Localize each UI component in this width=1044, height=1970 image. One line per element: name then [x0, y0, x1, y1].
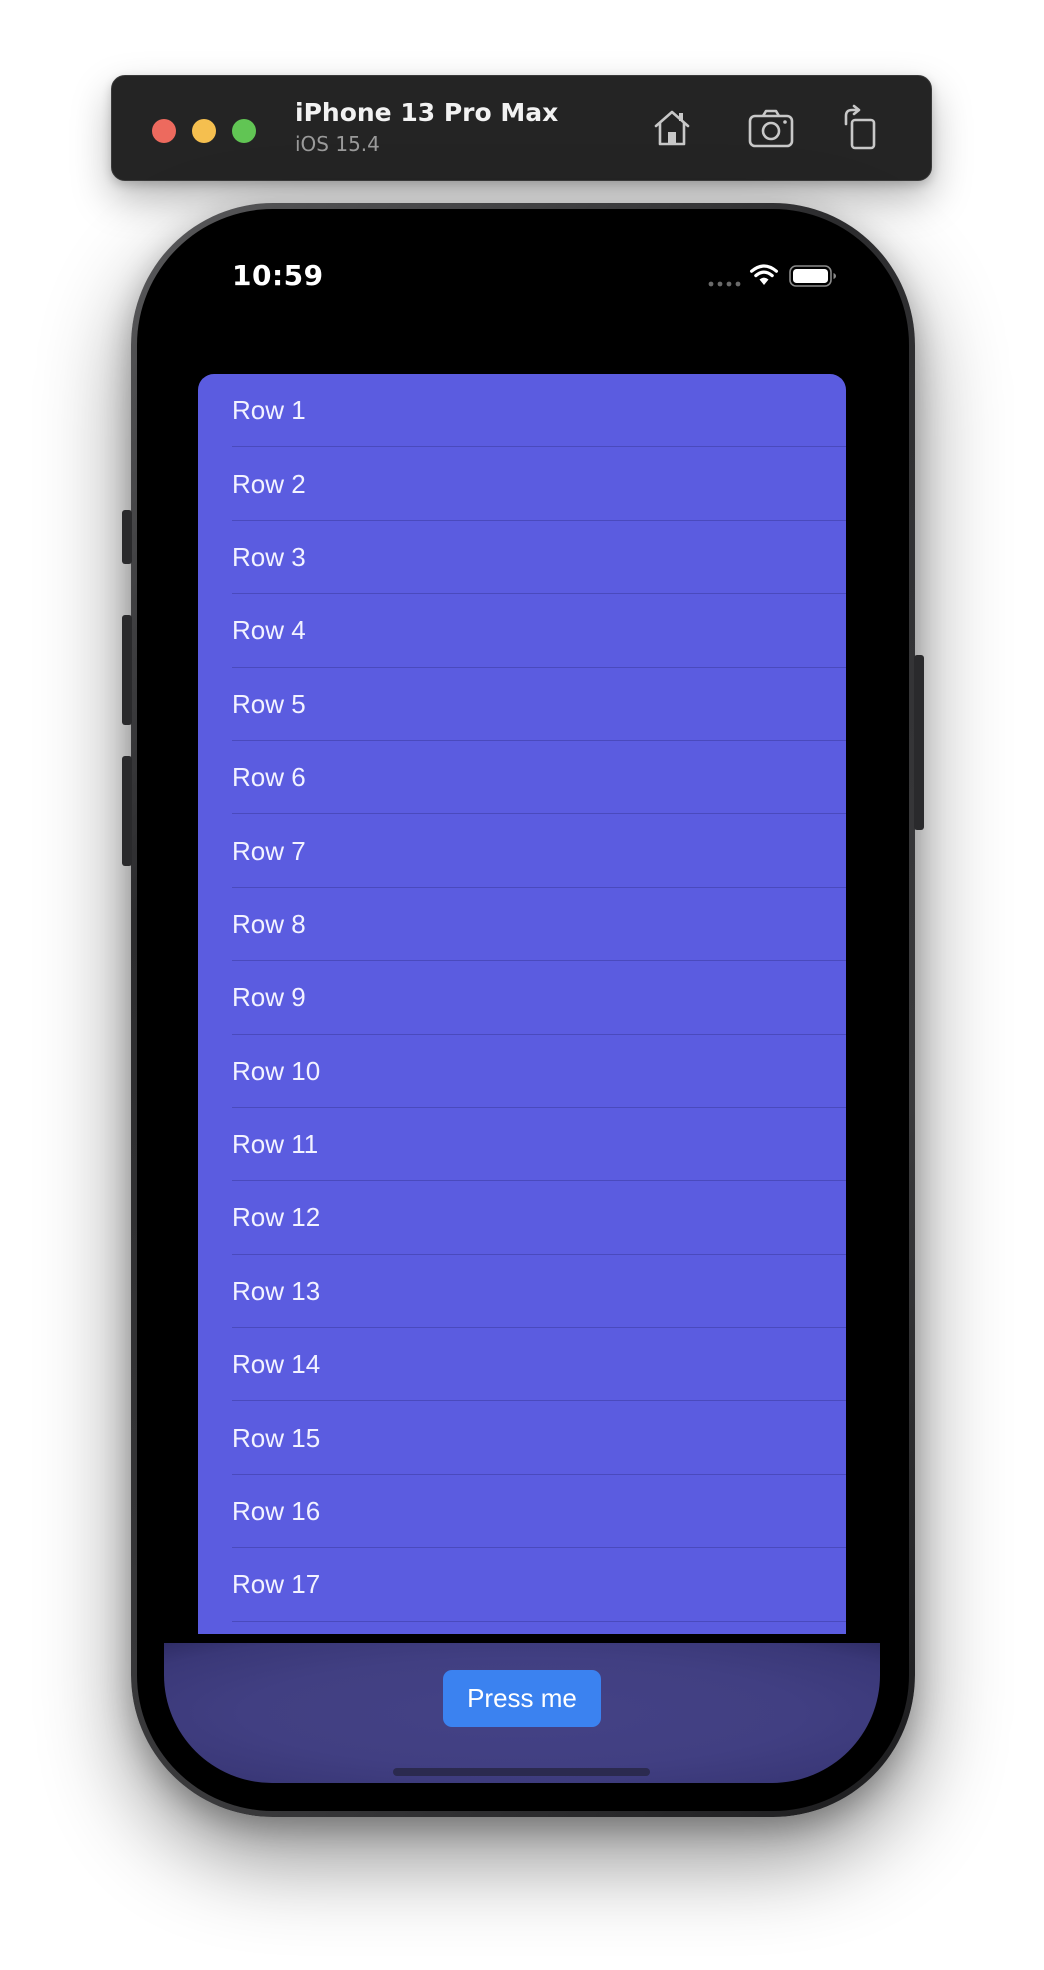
list-row[interactable]: Row 10: [198, 1035, 846, 1109]
list-row[interactable]: Row 2: [198, 447, 846, 522]
list-row[interactable]: Row 11: [198, 1108, 846, 1182]
wifi-icon: [750, 264, 778, 285]
list-row[interactable]: Row 16: [198, 1475, 846, 1549]
row-label: Row 13: [232, 1275, 321, 1306]
row-label: Row 14: [232, 1349, 321, 1380]
list-row[interactable]: Row 3: [198, 521, 846, 595]
list-row[interactable]: Row 15: [198, 1401, 846, 1476]
row-label: Row 9: [232, 982, 306, 1013]
volume-down-button: [122, 756, 132, 866]
row-label: Row 12: [232, 1202, 321, 1233]
rotate-icon[interactable]: [838, 104, 886, 152]
row-list[interactable]: Row 1 Row 2 Row 3 Row 4 Row 5 Row 6 Row …: [198, 374, 846, 1634]
row-label: Row 16: [232, 1496, 321, 1527]
list-row[interactable]: Row 17: [198, 1548, 846, 1623]
press-me-button[interactable]: Press me: [443, 1670, 601, 1727]
list-row[interactable]: Row 13: [198, 1255, 846, 1329]
row-label: Row 15: [232, 1422, 321, 1453]
row-label: Row 11: [232, 1129, 319, 1160]
list-row[interactable]: Row 4: [198, 594, 846, 668]
phone-screen: 10:59 Row 1 Row 2 Row 3 Row 4 Row 5 Row …: [164, 213, 880, 1783]
row-label: Row 2: [232, 468, 306, 499]
status-time: 10:59: [232, 259, 324, 292]
list-row[interactable]: Row 9: [198, 961, 846, 1035]
list-row[interactable]: Row 12: [198, 1181, 846, 1256]
zoom-window-button[interactable]: [232, 119, 256, 143]
close-window-button[interactable]: [152, 119, 176, 143]
list-row[interactable]: Row 1: [198, 374, 846, 448]
row-label: Row 7: [232, 835, 306, 866]
row-label: Row 8: [232, 908, 306, 939]
row-label: Row 6: [232, 762, 306, 793]
row-label: Row 4: [232, 615, 306, 646]
screenshot-icon[interactable]: [747, 104, 795, 152]
minimize-window-button[interactable]: [192, 119, 216, 143]
list-row[interactable]: Row 5: [198, 668, 846, 742]
list-row[interactable]: Row 6: [198, 741, 846, 815]
row-label: Row 10: [232, 1055, 321, 1086]
volume-up-button: [122, 615, 132, 725]
row-label: Row 17: [232, 1569, 321, 1600]
simulator-toolbar: iPhone 13 Pro Max iOS 15.4: [111, 75, 932, 181]
list-row[interactable]: Row 14: [198, 1328, 846, 1402]
silent-switch: [122, 510, 132, 564]
power-button: [914, 655, 924, 830]
row-label: Row 3: [232, 541, 306, 572]
battery-icon: [789, 265, 836, 287]
home-icon[interactable]: [648, 104, 696, 152]
bottom-toolbar: Press me: [164, 1643, 880, 1783]
row-label: Row 1: [232, 395, 306, 426]
device-os-version: iOS 15.4: [295, 132, 380, 156]
row-label: Row 5: [232, 688, 306, 719]
list-row[interactable]: Row 8: [198, 888, 846, 962]
home-indicator[interactable]: [393, 1768, 650, 1776]
cellular-signal-icon: [708, 281, 741, 287]
device-name: iPhone 13 Pro Max: [295, 98, 559, 127]
list-row[interactable]: Row 7: [198, 814, 846, 889]
